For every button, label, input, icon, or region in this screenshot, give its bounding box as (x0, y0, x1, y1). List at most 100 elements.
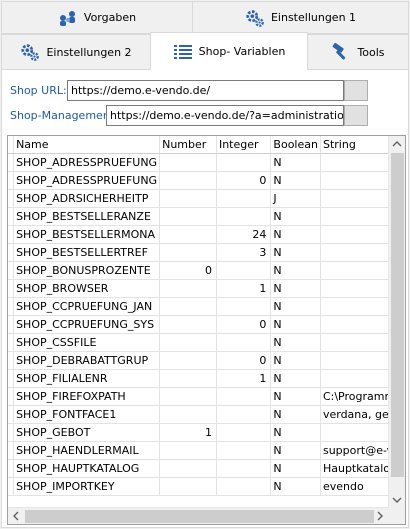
cell-boolean[interactable]: J (270, 189, 321, 208)
cell-boolean[interactable]: N (270, 243, 321, 262)
cell-integer[interactable]: 3 (216, 243, 272, 262)
cell-boolean[interactable]: N (270, 207, 321, 226)
table-row[interactable]: SHOP_FONTFACE1 Nverdana, ge (8, 405, 405, 424)
scroll-left-arrow-icon[interactable] (8, 508, 25, 524)
cell-number[interactable] (159, 189, 217, 208)
cell-integer[interactable] (216, 423, 272, 442)
cell-number[interactable] (159, 405, 217, 424)
cell-boolean[interactable]: N (270, 459, 321, 478)
cell-integer[interactable] (216, 153, 272, 172)
cell-integer[interactable] (216, 297, 272, 316)
cell-integer[interactable] (216, 405, 272, 424)
cell-name[interactable]: SHOP_BONUSPROZENTE (13, 261, 161, 280)
table-row[interactable]: SHOP_FILIALENR 1 N (8, 369, 405, 388)
cell-name[interactable]: SHOP_CCPRUEFUNG_JAN (13, 297, 161, 316)
cell-boolean[interactable]: N (270, 279, 321, 298)
cell-number[interactable] (159, 441, 217, 460)
cell-name[interactable]: SHOP_HAENDLERMAIL (13, 441, 161, 460)
cell-boolean[interactable]: N (270, 153, 321, 172)
cell-name[interactable]: SHOP_BROWSER (13, 279, 161, 298)
cell-number[interactable] (159, 171, 217, 190)
cell-integer[interactable] (216, 207, 272, 226)
cell-number[interactable] (159, 153, 217, 172)
cell-boolean[interactable]: N (270, 315, 321, 334)
table-row[interactable]: SHOP_ADRESSPRUEFUNG 0 N (8, 171, 405, 190)
cell-boolean[interactable]: N (270, 351, 321, 370)
cell-integer[interactable] (216, 477, 272, 496)
cell-integer[interactable]: 1 (216, 279, 272, 298)
cell-name[interactable]: SHOP_CSSFILE (13, 333, 161, 352)
cell-number[interactable] (159, 351, 217, 370)
table-row[interactable]: SHOP_GEBOT 1 N (8, 423, 405, 442)
cell-name[interactable]: SHOP_FILIALENR (13, 369, 161, 388)
table-row[interactable]: SHOP_HAENDLERMAIL Nsupport@e-v (8, 441, 405, 460)
cell-integer[interactable]: 24 (216, 225, 272, 244)
cell-integer[interactable]: 0 (216, 315, 272, 334)
cell-number[interactable]: 1 (159, 423, 217, 442)
cell-name[interactable]: SHOP_FONTFACE1 (13, 405, 161, 424)
cell-boolean[interactable]: N (270, 297, 321, 316)
shop-url-field[interactable]: https://demo.e-vendo.de/ (67, 80, 344, 101)
shop-management-button[interactable] (344, 105, 368, 126)
table-row[interactable]: SHOP_BESTSELLERMONA 24 N (8, 225, 405, 244)
cell-number[interactable] (159, 279, 217, 298)
table-row[interactable]: SHOP_BESTSELLERANZE N (8, 207, 405, 226)
table-row[interactable]: SHOP_DEBRABATTGRUP 0 N (8, 351, 405, 370)
cell-name[interactable]: SHOP_CCPRUEFUNG_SYS (13, 315, 161, 334)
cell-name[interactable]: SHOP_BESTSELLERTREF (13, 243, 161, 262)
scroll-up-arrow-icon[interactable] (389, 136, 405, 153)
table-row[interactable]: SHOP_ADRSICHERHEITP J (8, 189, 405, 208)
cell-boolean[interactable]: N (270, 369, 321, 388)
cell-name[interactable]: SHOP_FIREFOXPATH (13, 387, 161, 406)
column-header-boolean[interactable]: Boolean (270, 136, 321, 154)
cell-name[interactable]: SHOP_BESTSELLERMONA (13, 225, 161, 244)
shop-url-button[interactable] (344, 80, 368, 101)
cell-integer[interactable]: 1 (216, 369, 272, 388)
table-row[interactable]: SHOP_CSSFILE N (8, 333, 405, 352)
tab-shop-variablen[interactable]: Shop- Variablen (150, 32, 308, 71)
cell-boolean[interactable]: N (270, 261, 321, 280)
cell-number[interactable] (159, 207, 217, 226)
cell-number[interactable] (159, 315, 217, 334)
cell-integer[interactable] (216, 441, 272, 460)
cell-boolean[interactable]: N (270, 477, 321, 496)
table-row[interactable]: SHOP_ADRESSPRUEFUNG N (8, 153, 405, 172)
cell-integer[interactable] (216, 333, 272, 352)
cell-boolean[interactable]: N (270, 333, 321, 352)
cell-name[interactable]: SHOP_IMPORTKEY (13, 477, 161, 496)
scroll-down-arrow-icon[interactable] (389, 491, 405, 508)
cell-name[interactable]: SHOP_DEBRABATTGRUP (13, 351, 161, 370)
cell-integer[interactable] (216, 459, 272, 478)
cell-boolean[interactable]: N (270, 225, 321, 244)
cell-name[interactable]: SHOP_GEBOT (13, 423, 161, 442)
table-row[interactable]: SHOP_BROWSER 1 N (8, 279, 405, 298)
cell-integer[interactable] (216, 189, 272, 208)
cell-boolean[interactable]: N (270, 423, 321, 442)
cell-integer[interactable] (216, 387, 272, 406)
cell-name[interactable]: SHOP_ADRESSPRUEFUNG (13, 171, 161, 190)
cell-number[interactable] (159, 225, 217, 244)
tab-einstellungen-2[interactable]: Einstellungen 2 (1, 34, 151, 70)
shop-management-field[interactable]: https://demo.e-vendo.de/?a=administratio… (106, 105, 344, 126)
cell-boolean[interactable]: N (270, 405, 321, 424)
vertical-scroll-thumb[interactable] (391, 153, 404, 477)
cell-number[interactable]: 0 (159, 261, 217, 280)
table-row[interactable]: SHOP_IMPORTKEY Nevendo (8, 477, 405, 496)
column-header-name[interactable]: Name (13, 136, 161, 154)
variables-grid[interactable]: Name Number Integer Boolean String SHOP_… (7, 135, 406, 525)
cell-number[interactable] (159, 369, 217, 388)
cell-number[interactable] (159, 477, 217, 496)
cell-name[interactable]: SHOP_BESTSELLERANZE (13, 207, 161, 226)
cell-name[interactable]: SHOP_HAUPTKATALOG (13, 459, 161, 478)
cell-integer[interactable] (216, 261, 272, 280)
tab-einstellungen-1[interactable]: Einstellungen 1 (192, 1, 409, 34)
cell-integer[interactable]: 0 (216, 171, 272, 190)
table-row[interactable]: SHOP_BONUSPROZENTE 0 N (8, 261, 405, 280)
table-row[interactable]: SHOP_CCPRUEFUNG_JAN N (8, 297, 405, 316)
cell-integer[interactable]: 0 (216, 351, 272, 370)
cell-boolean[interactable]: N (270, 387, 321, 406)
cell-boolean[interactable]: N (270, 171, 321, 190)
cell-name[interactable]: SHOP_ADRESSPRUEFUNG (13, 153, 161, 172)
cell-number[interactable] (159, 387, 217, 406)
cell-number[interactable] (159, 297, 217, 316)
